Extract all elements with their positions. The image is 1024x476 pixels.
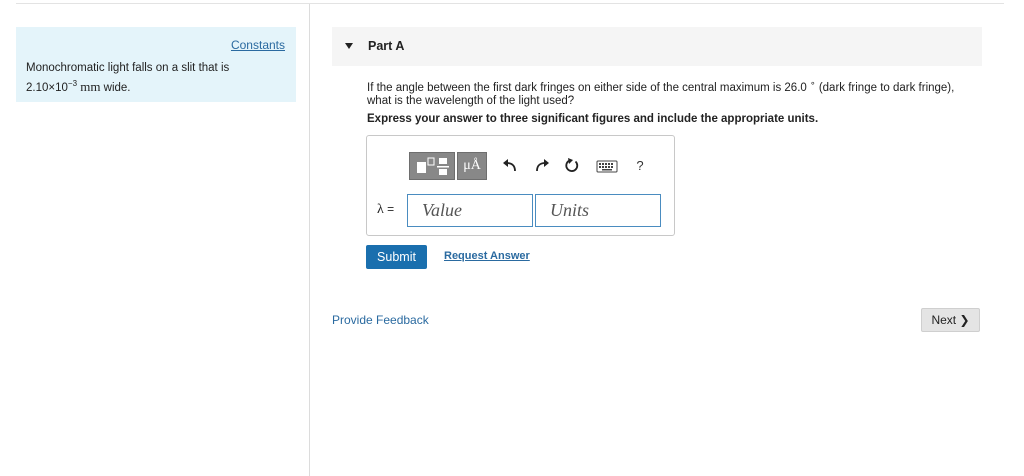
answer-instruction: Express your answer to three significant… <box>367 113 819 125</box>
submit-button[interactable]: Submit <box>366 245 427 269</box>
keyboard-icon[interactable] <box>595 152 619 180</box>
provide-feedback-link[interactable]: Provide Feedback <box>332 313 429 327</box>
slit-width-mantissa: 2.10×10 <box>26 81 68 94</box>
question-before: If the angle between the first dark frin… <box>367 81 807 94</box>
value-input[interactable] <box>407 194 533 227</box>
problem-text-line1: Monochromatic light falls on a slit that… <box>26 62 230 74</box>
problem-panel: Constants Monochromatic light falls on a… <box>16 27 296 102</box>
undo-icon[interactable] <box>501 152 519 180</box>
reset-icon[interactable] <box>563 152 581 180</box>
lambda-symbol: λ <box>377 202 384 217</box>
request-answer-link[interactable]: Request Answer <box>444 250 530 262</box>
next-button[interactable]: Next ❯ <box>921 308 980 332</box>
problem-statement: Monochromatic light falls on a slit that… <box>26 61 286 96</box>
collapse-caret-icon[interactable] <box>345 43 353 49</box>
units-input[interactable] <box>535 194 661 227</box>
column-divider <box>309 4 310 476</box>
template-icon[interactable] <box>409 152 455 180</box>
help-icon[interactable]: ? <box>633 152 647 180</box>
equals-sign: = <box>383 202 395 216</box>
slit-width-unit: mm <box>80 78 101 94</box>
part-title: Part A <box>368 39 405 53</box>
slit-width-exponent: −3 <box>67 79 78 88</box>
top-border <box>16 3 1004 4</box>
chevron-right-icon: ❯ <box>959 313 970 327</box>
next-label: Next <box>931 313 957 327</box>
units-icon[interactable]: μÅ <box>457 152 487 180</box>
variable-label: λ = <box>377 202 394 218</box>
redo-icon[interactable] <box>533 152 551 180</box>
part-header[interactable]: Part A <box>332 27 982 66</box>
question-text: If the angle between the first dark frin… <box>367 77 979 108</box>
answer-box: μÅ ? λ = Value Units <box>366 135 675 236</box>
problem-text-suffix: wide. <box>100 81 131 94</box>
constants-link[interactable]: Constants <box>231 38 285 52</box>
